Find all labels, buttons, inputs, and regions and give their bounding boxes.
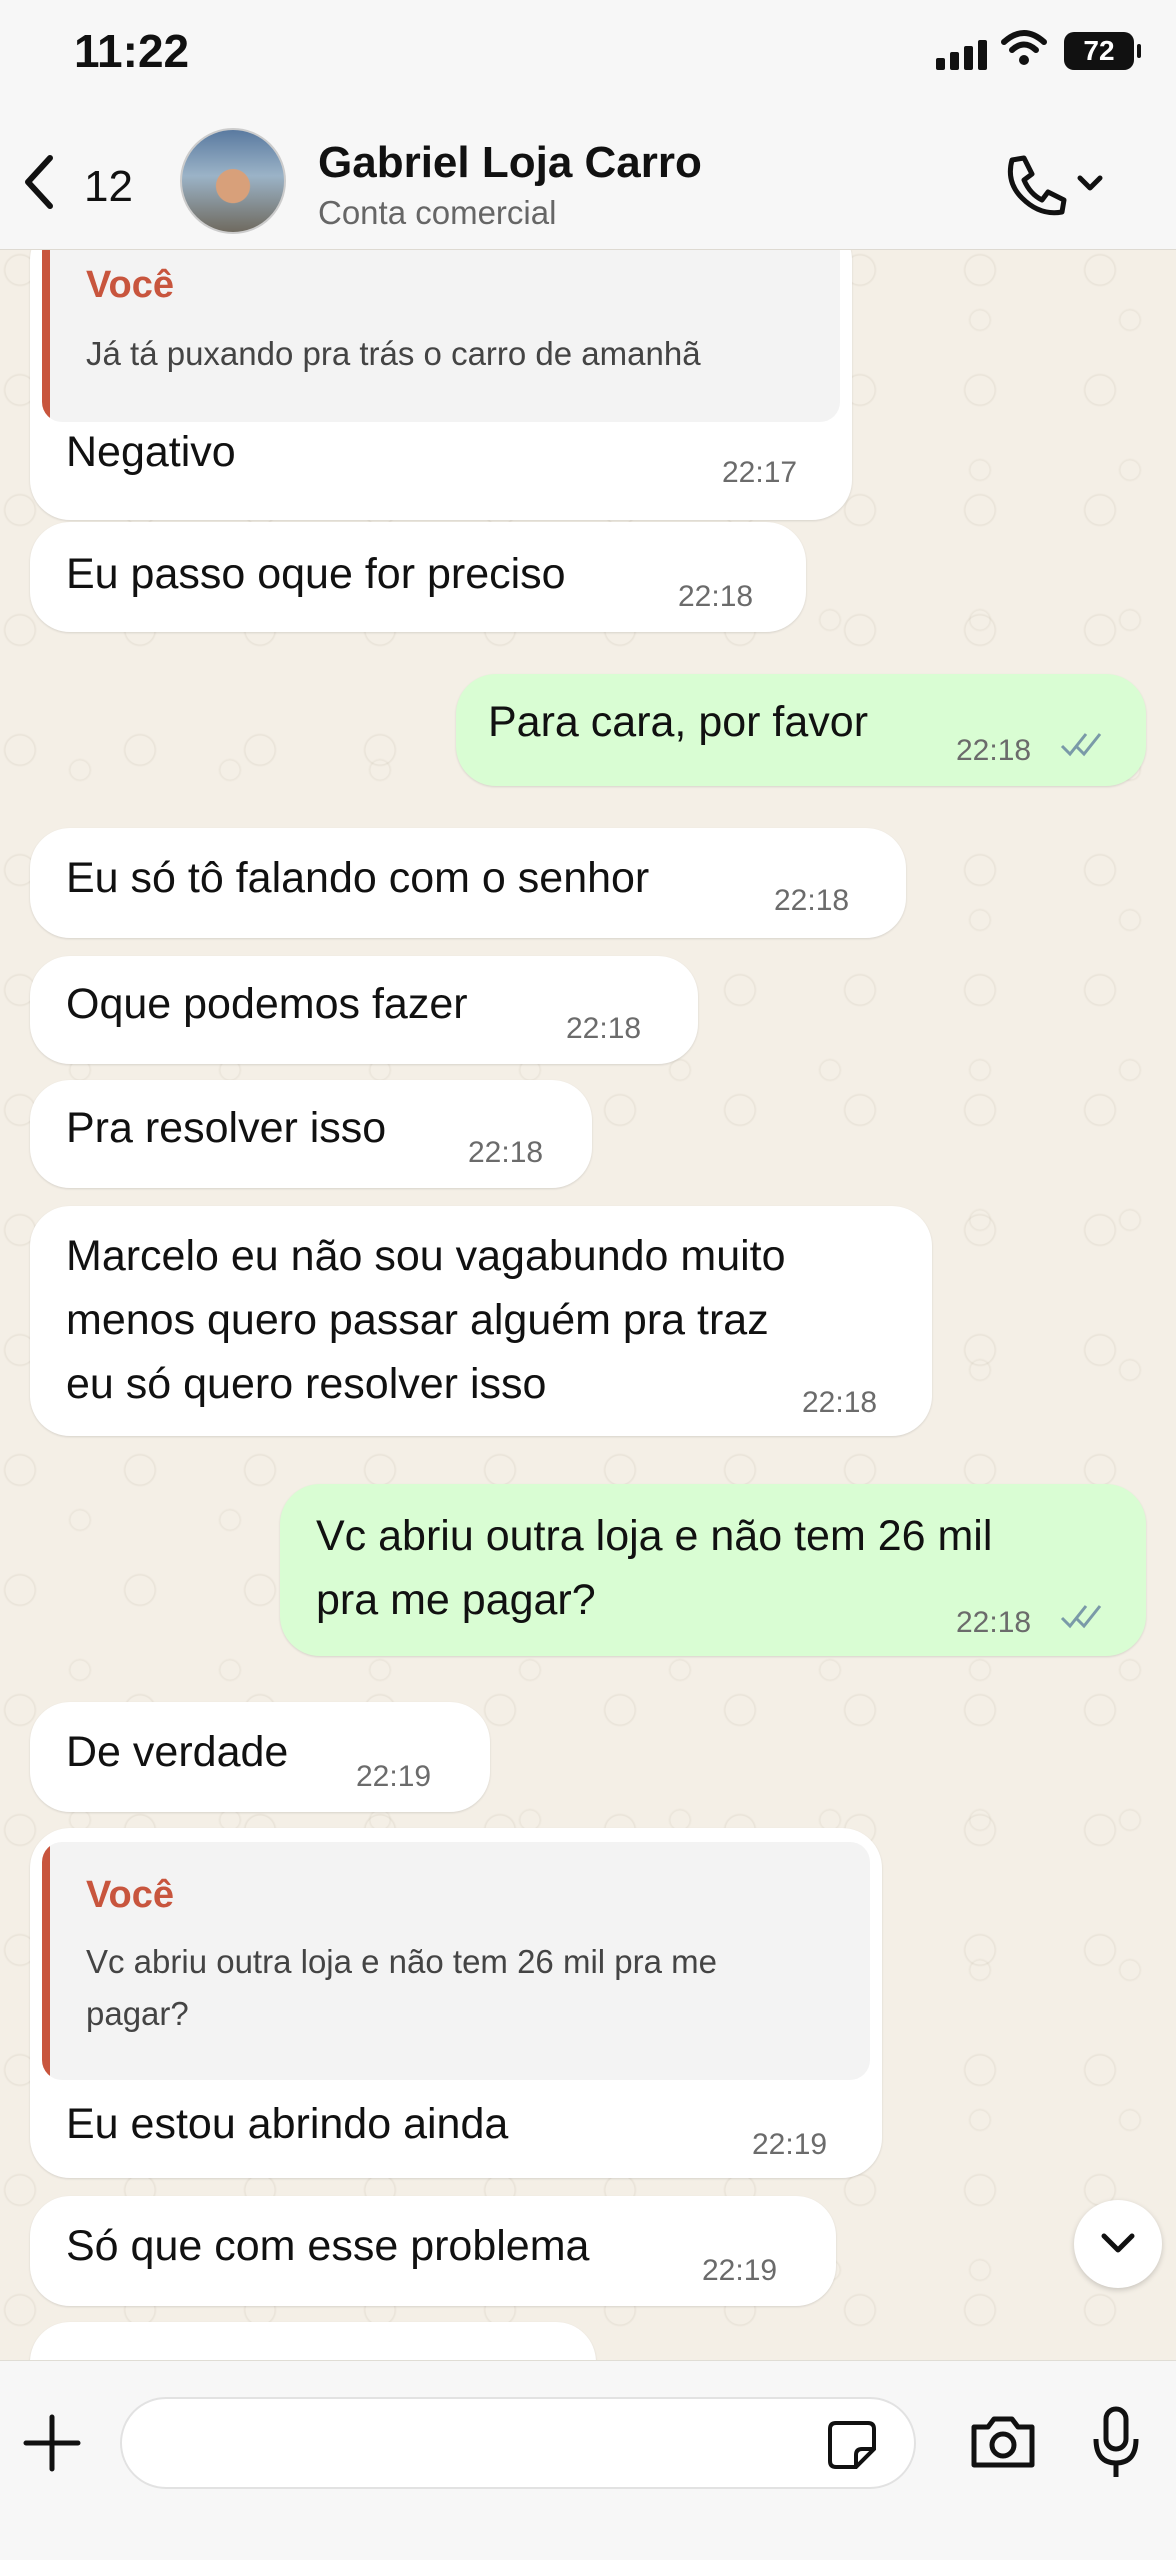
wifi-icon xyxy=(1000,28,1048,73)
quote-author: Você xyxy=(86,264,175,306)
scroll-to-bottom-button[interactable] xyxy=(1074,2200,1162,2288)
chevron-down-icon xyxy=(1077,175,1103,191)
message-text: Eu passo oque for preciso xyxy=(66,550,566,598)
message-bubble[interactable]: Só que com esse problema 22:19 xyxy=(30,2196,836,2306)
phone-icon xyxy=(1007,155,1067,216)
message-input[interactable] xyxy=(120,2397,916,2489)
message-text: Negativo xyxy=(66,428,236,476)
message-time: 22:18 xyxy=(956,734,1032,767)
message-text: Eu estou abrindo ainda xyxy=(66,2100,509,2148)
quote-accent-bar xyxy=(42,1842,50,2080)
message-composer xyxy=(0,2360,1176,2560)
message-bubble[interactable]: Eu só tô falando com o senhor 22:18 xyxy=(30,828,906,938)
mic-icon[interactable] xyxy=(1090,2405,1142,2486)
message-bubble[interactable]: Vc abriu outra loja e não tem 26 mil pra… xyxy=(280,1484,1146,1656)
cell-signal-icon xyxy=(936,40,987,70)
message-bubble-partial[interactable] xyxy=(30,2322,596,2360)
status-bar: 11:22 72 xyxy=(0,0,1176,110)
quote-author: Você xyxy=(86,1874,175,1916)
camera-icon[interactable] xyxy=(968,2413,1038,2476)
read-ticks-icon xyxy=(1060,1602,1106,1638)
message-time: 22:19 xyxy=(356,1760,432,1793)
plus-icon[interactable] xyxy=(20,2411,84,2480)
quote-text: Já tá puxando pra trás o carro de amanhã xyxy=(86,335,701,372)
message-time: 22:19 xyxy=(702,2254,778,2287)
message-bubble[interactable]: Você Já tá puxando pra trás o carro de a… xyxy=(30,250,852,520)
message-bubble[interactable]: Marcelo eu não sou vagabundo muito menos… xyxy=(30,1206,932,1436)
message-text-line: menos quero passar alguém pra traz xyxy=(66,1296,769,1344)
message-text: Eu só tô falando com o senhor xyxy=(66,854,650,902)
message-time: 22:18 xyxy=(468,1136,544,1169)
quoted-message[interactable]: Você Vc abriu outra loja e não tem 26 mi… xyxy=(42,1842,870,2080)
message-text: Oque podemos fazer xyxy=(66,980,468,1028)
chat-header: 12 Gabriel Loja Carro Conta comercial xyxy=(0,110,1176,250)
message-text-line: pra me pagar? xyxy=(316,1576,596,1624)
contact-subtitle: Conta comercial xyxy=(318,194,557,231)
status-time: 11:22 xyxy=(74,25,190,77)
chevron-down-icon xyxy=(1101,2233,1135,2253)
message-text-line: Vc abriu outra loja e não tem 26 mil xyxy=(316,1512,993,1560)
message-bubble[interactable]: Eu passo oque for preciso 22:18 xyxy=(30,522,806,632)
message-time: 22:18 xyxy=(802,1386,878,1419)
contact-name[interactable]: Gabriel Loja Carro xyxy=(318,138,702,188)
message-time: 22:18 xyxy=(956,1606,1032,1639)
message-text: De verdade xyxy=(66,1728,289,1776)
sticker-icon[interactable] xyxy=(826,2419,878,2476)
message-time: 22:18 xyxy=(678,580,754,613)
quoted-message[interactable]: Você Já tá puxando pra trás o carro de a… xyxy=(42,250,840,422)
call-button[interactable] xyxy=(1000,152,1120,227)
read-ticks-icon xyxy=(1060,730,1106,766)
message-time: 22:17 xyxy=(722,456,798,489)
chat-area[interactable]: Você Já tá puxando pra trás o carro de a… xyxy=(0,250,1176,2360)
message-time: 22:18 xyxy=(774,884,850,917)
battery-indicator: 72 xyxy=(1064,32,1141,70)
message-bubble[interactable]: Pra resolver isso 22:18 xyxy=(30,1080,592,1188)
message-text-line: Marcelo eu não sou vagabundo muito xyxy=(66,1232,786,1280)
message-time: 22:18 xyxy=(566,1012,642,1045)
message-text: Só que com esse problema xyxy=(66,2222,590,2270)
message-bubble[interactable]: De verdade 22:19 xyxy=(30,1702,490,1812)
message-bubble[interactable]: Você Vc abriu outra loja e não tem 26 mi… xyxy=(30,1828,882,2178)
quote-accent-bar xyxy=(42,250,50,422)
unread-count[interactable]: 12 xyxy=(84,162,133,212)
back-chevron-icon[interactable] xyxy=(20,152,60,217)
message-bubble[interactable]: Para cara, por favor 22:18 xyxy=(456,674,1146,786)
quote-text-line: pagar? xyxy=(86,1995,189,2032)
message-bubble[interactable]: Oque podemos fazer 22:18 xyxy=(30,956,698,1064)
message-text: Para cara, por favor xyxy=(488,698,869,746)
quote-text-line: Vc abriu outra loja e não tem 26 mil pra… xyxy=(86,1943,717,1980)
avatar[interactable] xyxy=(180,128,286,234)
message-text: Pra resolver isso xyxy=(66,1104,387,1152)
message-time: 22:19 xyxy=(752,2128,828,2161)
message-text-line: eu só quero resolver isso xyxy=(66,1360,547,1408)
